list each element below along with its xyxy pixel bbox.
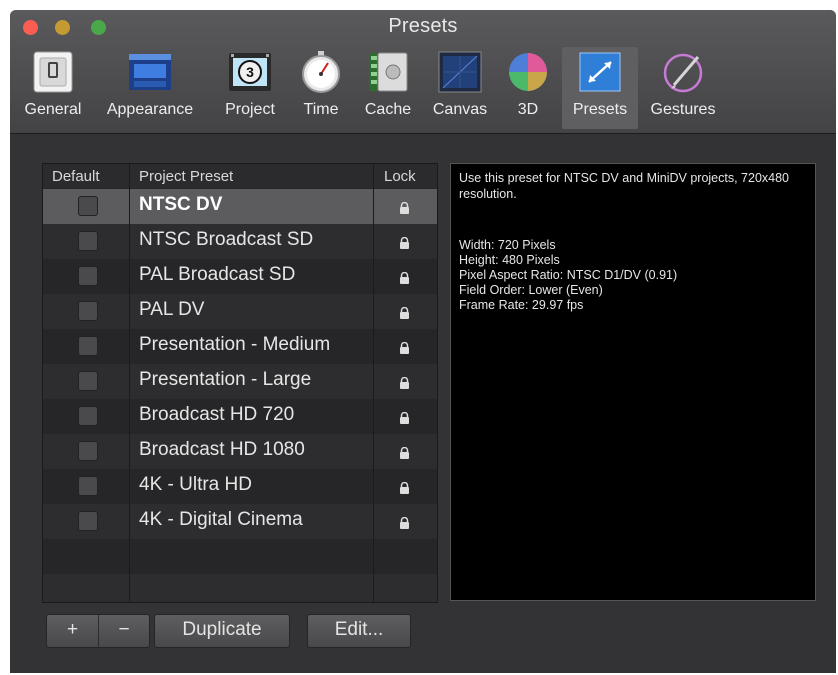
table-row[interactable]: Broadcast HD 1080 <box>43 434 437 469</box>
lock-icon <box>399 338 410 360</box>
table-header: Default Project Preset Lock <box>43 164 437 188</box>
duplicate-button[interactable]: Duplicate <box>154 614 290 648</box>
tab-canvas[interactable]: Canvas <box>424 47 496 129</box>
tab-cache-label: Cache <box>364 101 412 118</box>
lock-icon <box>399 233 410 255</box>
preset-name: 4K - Digital Cinema <box>139 509 303 530</box>
lock-icon <box>399 513 410 535</box>
spec-pixel-aspect-ratio: Pixel Aspect Ratio: NTSC D1/DV (0.91) <box>459 268 678 282</box>
add-preset-button[interactable]: + <box>46 614 99 648</box>
default-checkbox[interactable] <box>78 511 98 531</box>
default-checkbox[interactable] <box>78 266 98 286</box>
preset-name: PAL Broadcast SD <box>139 264 296 285</box>
presets-table[interactable]: Default Project Preset Lock NTSC DV NTSC… <box>42 163 438 603</box>
resize-arrows-icon <box>579 52 621 92</box>
preset-description-panel: Use this preset for NTSC DV and MiniDV p… <box>450 163 816 601</box>
default-checkbox[interactable] <box>78 371 98 391</box>
canvas-grid-icon <box>438 51 482 93</box>
lock-icon <box>399 268 410 290</box>
table-row[interactable]: 4K - Digital Cinema <box>43 504 437 539</box>
safe-film-icon <box>369 52 408 92</box>
default-checkbox[interactable] <box>78 406 98 426</box>
tab-canvas-label: Canvas <box>432 101 488 118</box>
switch-icon <box>33 51 73 93</box>
tab-presets-label: Presets <box>572 101 628 118</box>
tab-general[interactable]: General <box>16 47 90 129</box>
header-project-preset[interactable]: Project Preset <box>139 168 233 185</box>
tab-project-label: Project <box>225 101 275 118</box>
column-divider <box>129 164 130 602</box>
spec-frame-rate: Frame Rate: 29.97 fps <box>459 298 584 312</box>
header-lock[interactable]: Lock <box>384 168 416 185</box>
preset-name: PAL DV <box>139 299 205 320</box>
tab-project[interactable]: 3 Project <box>214 47 286 129</box>
tab-3d[interactable]: 3D <box>502 47 554 129</box>
preset-description: Use this preset for NTSC DV and MiniDV p… <box>459 171 789 201</box>
remove-preset-button[interactable]: − <box>98 614 150 648</box>
svg-text:3: 3 <box>246 64 254 80</box>
table-row[interactable]: Presentation - Large <box>43 364 437 399</box>
spec-height: Height: 480 Pixels <box>459 253 560 267</box>
preset-name: NTSC DV <box>139 194 223 215</box>
default-checkbox[interactable] <box>78 301 98 321</box>
tab-appearance[interactable]: Appearance <box>95 47 205 129</box>
preset-name: Broadcast HD 1080 <box>139 439 305 460</box>
window-layout-icon <box>129 54 171 90</box>
tab-general-label: General <box>24 101 82 118</box>
tab-appearance-label: Appearance <box>106 101 194 118</box>
preferences-window: Presets General Appearance 3 Project Tim… <box>10 10 836 673</box>
table-row[interactable]: 4K - Ultra HD <box>43 469 437 504</box>
lock-icon <box>399 443 410 465</box>
table-row[interactable]: NTSC Broadcast SD <box>43 224 437 259</box>
preset-specs: Width: 720 Pixels Height: 480 Pixels Pix… <box>459 237 809 312</box>
empty-row <box>43 539 437 574</box>
tab-3d-label: 3D <box>517 101 539 118</box>
column-divider <box>373 164 374 602</box>
table-row[interactable]: NTSC DV <box>43 189 437 224</box>
default-checkbox[interactable] <box>78 336 98 356</box>
table-row[interactable]: PAL DV <box>43 294 437 329</box>
film-reel-icon: 3 <box>229 53 271 91</box>
preset-name: Broadcast HD 720 <box>139 404 295 425</box>
window-title: Presets <box>388 15 458 37</box>
tab-cache[interactable]: Cache <box>356 47 420 129</box>
header-default[interactable]: Default <box>52 168 100 185</box>
default-checkbox[interactable] <box>78 196 98 216</box>
default-checkbox[interactable] <box>78 476 98 496</box>
toolbar: Presets General Appearance 3 Project Tim… <box>10 10 836 134</box>
edit-button[interactable]: Edit... <box>307 614 411 648</box>
sphere-3d-icon <box>509 53 547 91</box>
table-row[interactable]: Presentation - Medium <box>43 329 437 364</box>
lock-icon <box>399 408 410 430</box>
tab-gestures[interactable]: Gestures <box>642 47 724 129</box>
tab-time-label: Time <box>303 101 339 118</box>
preset-name: 4K - Ultra HD <box>139 474 252 495</box>
table-row[interactable]: Broadcast HD 720 <box>43 399 437 434</box>
table-row[interactable]: PAL Broadcast SD <box>43 259 437 294</box>
preset-name: Presentation - Large <box>139 369 312 390</box>
empty-row <box>43 574 437 602</box>
tab-presets[interactable]: Presets <box>562 47 638 129</box>
tab-gestures-label: Gestures <box>650 101 716 118</box>
default-checkbox[interactable] <box>78 231 98 251</box>
spec-width: Width: 720 Pixels <box>459 238 556 252</box>
preset-name: NTSC Broadcast SD <box>139 229 314 250</box>
stopwatch-icon <box>302 51 340 93</box>
default-checkbox[interactable] <box>78 441 98 461</box>
spec-field-order: Field Order: Lower (Even) <box>459 283 603 297</box>
pen-stroke-icon <box>663 53 703 93</box>
lock-icon <box>399 373 410 395</box>
tab-time[interactable]: Time <box>292 47 350 129</box>
preset-name: Presentation - Medium <box>139 334 331 355</box>
lock-icon <box>399 303 410 325</box>
lock-icon <box>399 478 410 500</box>
lock-icon <box>399 198 410 220</box>
